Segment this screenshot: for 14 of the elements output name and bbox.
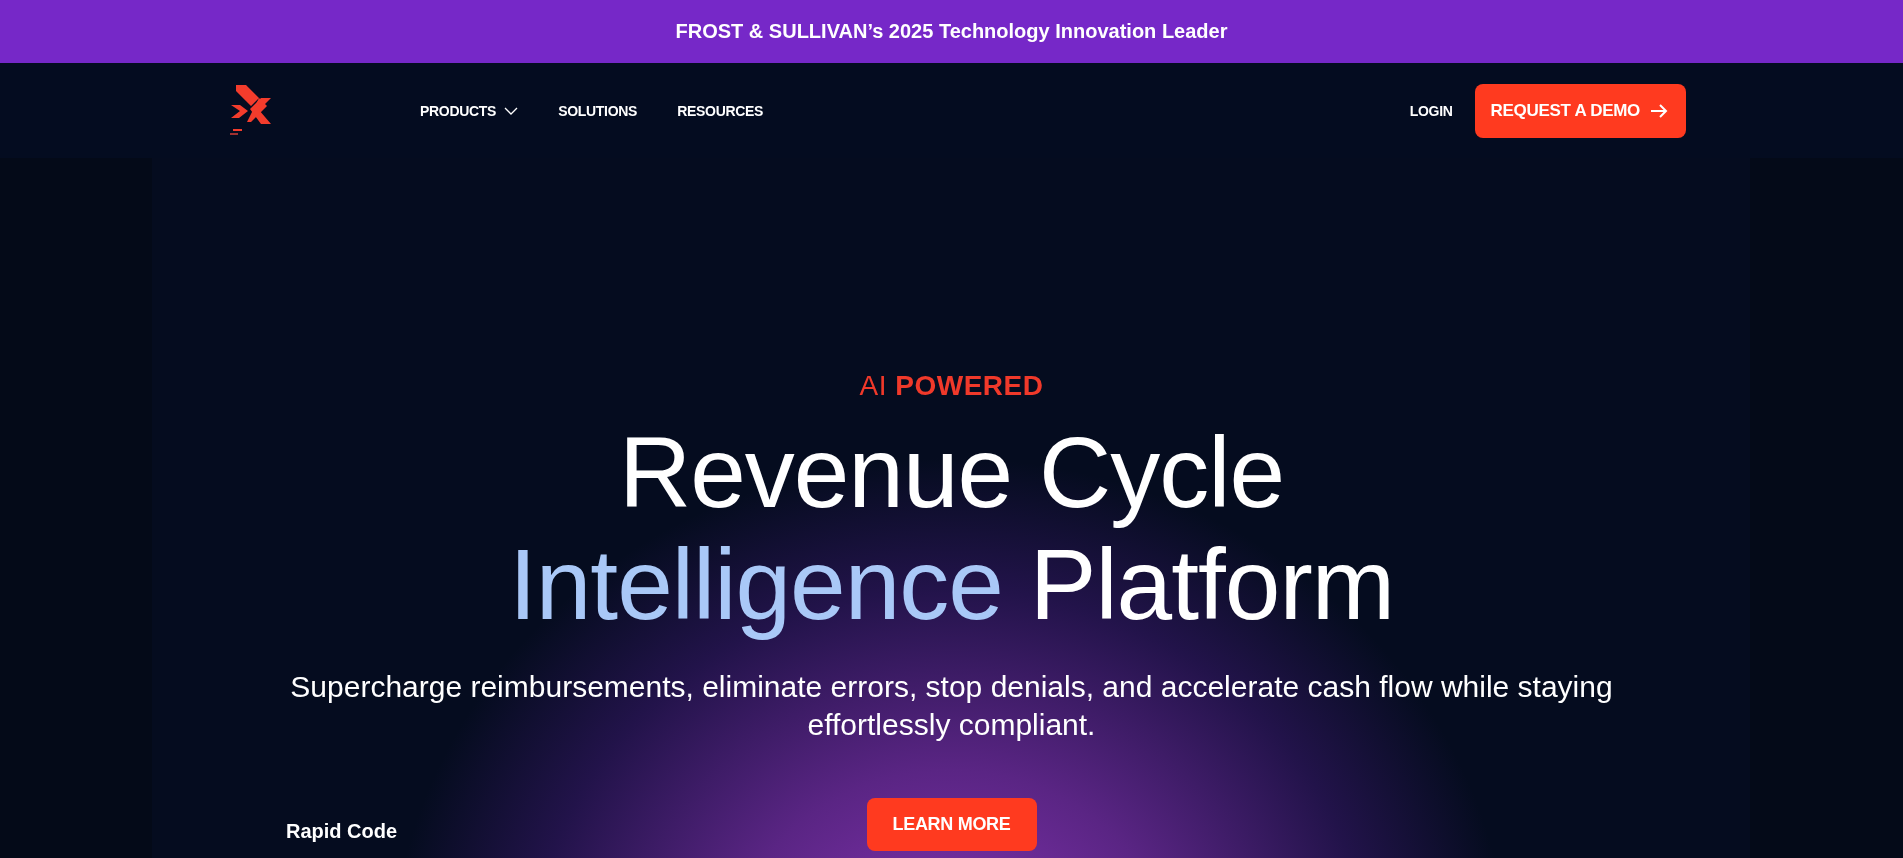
nav-link[interactable]: SOLUTIONS [558,102,638,119]
learn-more-button[interactable]: LEARN MORE [866,798,1037,851]
nav-link[interactable]: RESOURCES [677,102,764,119]
hero-heading: Revenue Cycle Intelligence Platform [508,416,1394,640]
nav-link[interactable]: PRODUCTS [420,102,519,119]
request-demo-button[interactable]: REQUEST A DEMO [1474,83,1686,138]
login-link[interactable]: LOGIN [1409,102,1453,119]
chevron-down-icon [504,106,519,115]
product-label: Rapid Code [286,820,398,843]
eyebrow-text: AI POWERED [859,370,1044,402]
announcement-text: FROST & SULLIVAN’s 2025 Technology Innovation Leader [675,20,1228,43]
arrow-right-icon [1650,102,1668,119]
logo-icon[interactable] [230,84,274,137]
hero-subtitle: Supercharge reimbursements, eliminate errors, stop denials, and accelerate cash flow while staying effortlessly compliant. [289,669,1614,743]
